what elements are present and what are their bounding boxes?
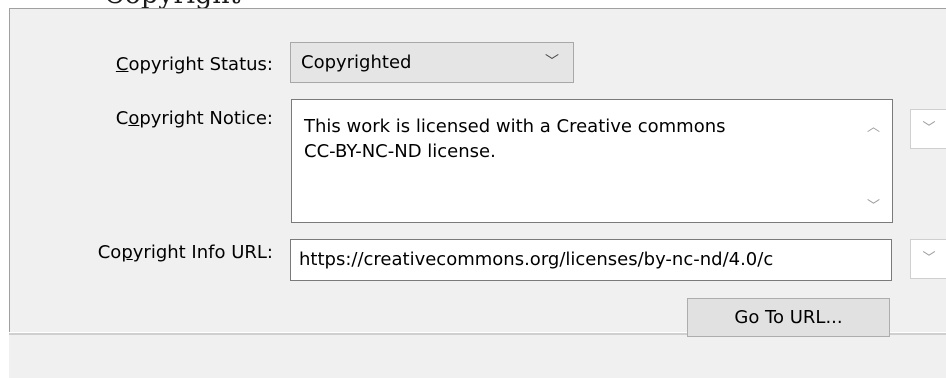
copyright-notice-text: This work is licensed with a Creative co… [304,116,726,162]
panel-footer [9,335,946,378]
copyright-info-url-value: https://creativecommons.org/licenses/by-… [299,249,774,270]
chevron-down-icon: ﹀ [922,121,936,136]
copyright-info-url-input[interactable]: https://creativecommons.org/licenses/by-… [290,239,892,281]
copyright-status-label: Copyright Status: [115,54,273,75]
top-caption: Copyright [0,0,946,8]
chevron-down-icon: ﹀ [545,54,559,70]
url-history-dropdown[interactable]: ﹀ [910,239,946,279]
scroll-down-icon[interactable]: ﹀ [867,195,880,214]
copyright-notice-textarea[interactable]: This work is licensed with a Creative co… [291,99,893,223]
chevron-down-icon: ﹀ [922,251,936,266]
copyright-notice-label: Copyright Notice: [115,108,273,129]
copyright-status-select[interactable]: Copyrighted ﹀ [290,42,574,83]
copyright-info-url-label: Copyright Info URL: [97,242,273,263]
scroll-up-icon[interactable]: ︿ [867,116,880,135]
go-to-url-button[interactable]: Go To URL... [687,298,890,337]
copyright-status-value: Copyrighted [301,52,412,73]
notice-history-dropdown[interactable]: ﹀ [910,109,946,149]
